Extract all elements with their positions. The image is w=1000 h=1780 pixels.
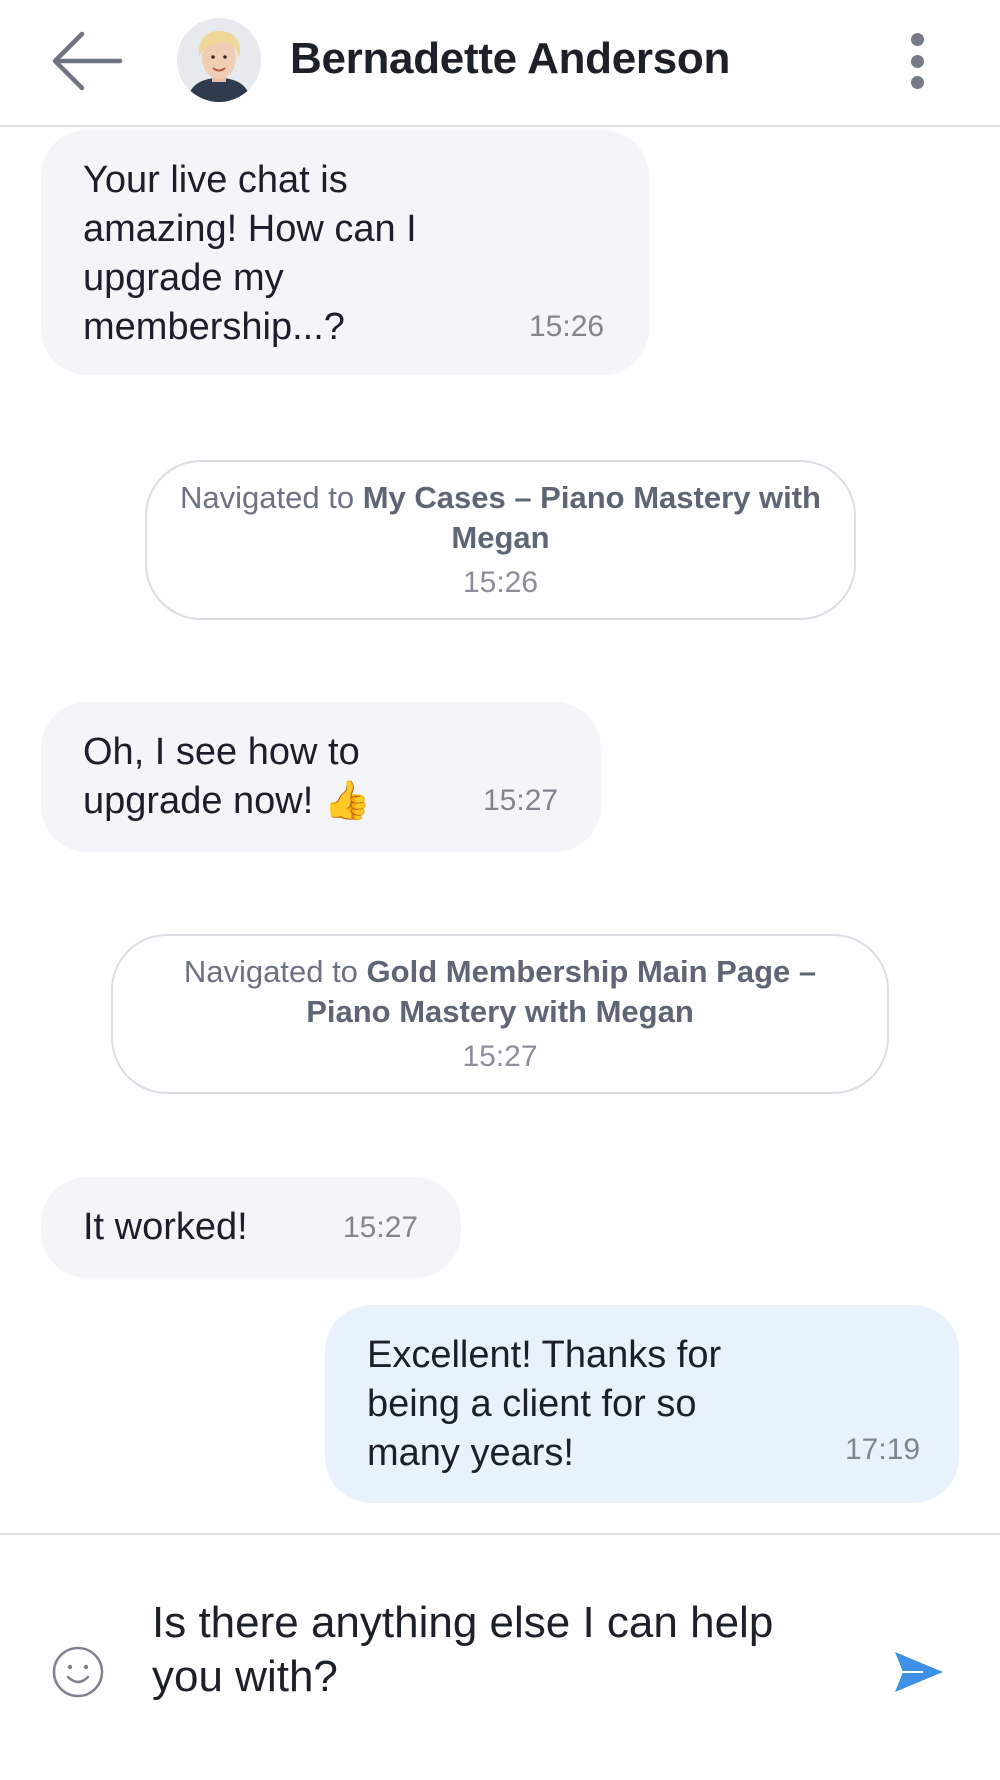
message-time: 15:26	[529, 310, 605, 343]
message-text: Oh, I see how to upgrade now! 👍	[83, 731, 372, 822]
arrow-left-icon	[52, 31, 123, 91]
smiley-icon	[52, 1646, 104, 1698]
message-time: 17:19	[845, 1433, 921, 1466]
send-button[interactable]	[893, 1650, 945, 1694]
message-incoming: Oh, I see how to upgrade now! 👍 15:27	[41, 702, 601, 852]
event-page-title: Gold Membership Main Page – Piano Master…	[306, 954, 817, 1029]
message-incoming: It worked! 15:27	[41, 1177, 461, 1278]
message-time: 15:27	[483, 784, 559, 817]
avatar[interactable]	[177, 18, 261, 102]
message-composer: Is there anything else I can help you wi…	[0, 1533, 1000, 1780]
navigation-event: Navigated to Gold Membership Main Page –…	[111, 934, 889, 1094]
contact-photo	[177, 18, 261, 102]
more-options-button[interactable]	[900, 28, 936, 94]
navigation-event: Navigated to My Cases – Piano Mastery wi…	[145, 460, 856, 620]
event-page-title: My Cases – Piano Mastery with Megan	[362, 480, 821, 555]
contact-name: Bernadette Anderson	[290, 34, 731, 83]
message-input[interactable]: Is there anything else I can help you wi…	[152, 1596, 852, 1716]
message-incoming: Your live chat is amazing! How can I upg…	[41, 130, 649, 375]
event-time: 15:27	[462, 1040, 538, 1073]
event-time: 15:26	[462, 566, 539, 599]
message-time: 15:27	[343, 1211, 419, 1244]
chat-header: Bernadette Anderson	[0, 0, 1000, 127]
emoji-button[interactable]	[52, 1646, 104, 1698]
message-text: Excellent! Thanks for being a client for…	[367, 1334, 722, 1474]
event-prefix: Navigated to	[180, 480, 363, 515]
message-text: Your live chat is amazing! How can I upg…	[83, 159, 417, 348]
event-prefix: Navigated to	[183, 954, 367, 989]
more-vertical-icon	[911, 33, 924, 46]
send-icon	[895, 1652, 943, 1692]
message-outgoing: Excellent! Thanks for being a client for…	[325, 1305, 959, 1503]
message-text: It worked!	[83, 1206, 248, 1248]
back-button[interactable]	[50, 28, 124, 94]
